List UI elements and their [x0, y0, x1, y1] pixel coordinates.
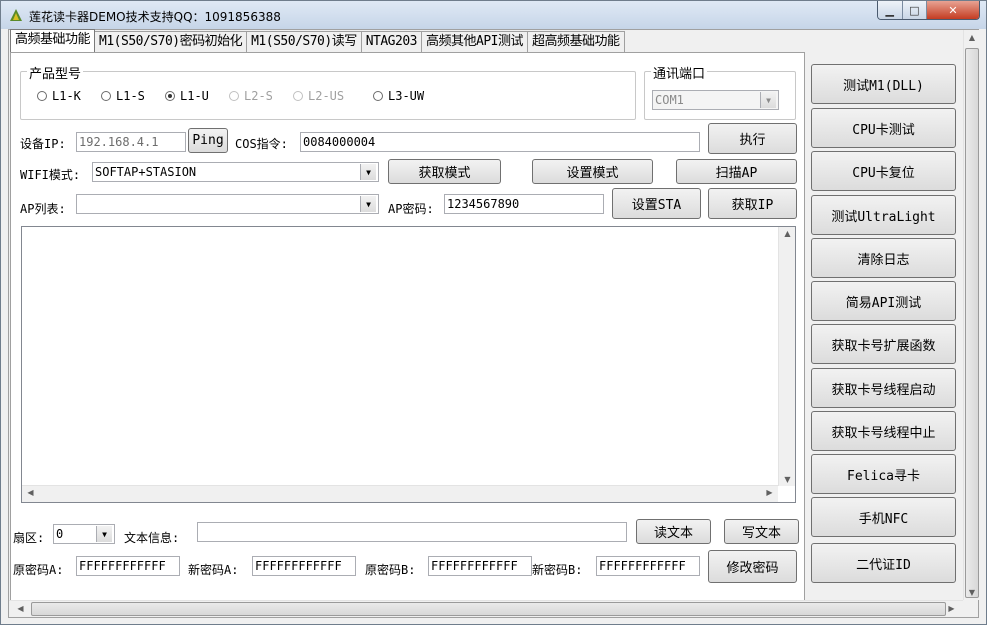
chevron-down-icon: ▼: [96, 526, 112, 542]
device-ip-label: 设备IP:: [20, 137, 66, 151]
vertical-scroll-thumb[interactable]: [965, 48, 979, 598]
horizontal-scroll-thumb[interactable]: [31, 602, 946, 616]
execute-button[interactable]: 执行: [708, 123, 797, 154]
scroll-down-icon[interactable]: ▼: [779, 475, 796, 484]
ap-password-field[interactable]: 1234567890: [444, 194, 604, 214]
port-select[interactable]: COM1 ▼: [652, 90, 779, 110]
old-key-b-label: 原密码B:: [365, 563, 416, 577]
radio-circle: [229, 91, 239, 101]
modify-password-button[interactable]: 修改密码: [708, 550, 797, 583]
log-textarea[interactable]: ▲ ▼ ◀ ▶: [21, 226, 796, 503]
wifi-mode-label: WIFI模式:: [20, 168, 81, 182]
window-title: 莲花读卡器DEMO技术支持QQ：1091856388: [29, 10, 281, 24]
card-id-thread-stop-button[interactable]: 获取卡号线程中止: [811, 411, 956, 451]
get-ip-button[interactable]: 获取IP: [708, 188, 797, 219]
tab-hf-basic[interactable]: 高频基础功能: [10, 29, 96, 52]
log-vertical-scrollbar[interactable]: ▲ ▼: [778, 227, 795, 486]
radio-l2-s: L2-S: [229, 89, 273, 103]
card-id-thread-start-button[interactable]: 获取卡号线程启动: [811, 368, 956, 408]
write-text-button[interactable]: 写文本: [724, 519, 799, 544]
tab-ntag203[interactable]: NTAG203: [360, 31, 422, 52]
simple-api-test-button[interactable]: 简易API测试: [811, 281, 956, 321]
set-mode-button[interactable]: 设置模式: [532, 159, 653, 184]
wifi-mode-select[interactable]: SOFTAP+STASION ▼: [92, 162, 379, 182]
get-card-id-ext-button[interactable]: 获取卡号扩展函数: [811, 324, 956, 364]
ap-list-select[interactable]: ▼: [76, 194, 379, 214]
set-sta-button[interactable]: 设置STA: [612, 188, 701, 219]
scroll-up-icon[interactable]: ▲: [779, 229, 796, 238]
scroll-right-icon[interactable]: ▶: [761, 488, 778, 497]
cos-label: COS指令:: [235, 137, 288, 151]
sector-select[interactable]: 0 ▼: [53, 524, 115, 544]
tab-hf-other[interactable]: 高频其他API测试: [421, 31, 528, 52]
scroll-down-icon[interactable]: ▼: [964, 588, 980, 597]
tab-m1-init[interactable]: M1(S50/S70)密码初始化: [94, 31, 248, 52]
tab-strip: 高频基础功能 M1(S50/S70)密码初始化 M1(S50/S70)读写 NT…: [10, 29, 625, 53]
log-horizontal-scrollbar[interactable]: ◀ ▶: [22, 485, 778, 502]
tab-m1-rw[interactable]: M1(S50/S70)读写: [246, 31, 362, 52]
sector-label: 扇区:: [13, 531, 45, 545]
close-icon: ✕: [948, 3, 958, 17]
ap-list-label: AP列表:: [20, 202, 66, 216]
phone-nfc-button[interactable]: 手机NFC: [811, 497, 956, 537]
new-key-a-label: 新密码A:: [188, 563, 239, 577]
window-controls: ▁ □ ✕: [877, 1, 980, 20]
new-key-b-label: 新密码B:: [532, 563, 583, 577]
new-key-b-field[interactable]: FFFFFFFFFFFF: [596, 556, 700, 576]
old-key-b-field[interactable]: FFFFFFFFFFFF: [428, 556, 532, 576]
ping-button[interactable]: Ping: [188, 128, 228, 153]
radio-circle: [373, 91, 383, 101]
cos-command-field[interactable]: 0084000004: [300, 132, 700, 152]
maximize-icon: □: [909, 3, 920, 17]
new-key-a-field[interactable]: FFFFFFFFFFFF: [252, 556, 356, 576]
old-key-a-field[interactable]: FFFFFFFFFFFF: [76, 556, 180, 576]
felica-search-button[interactable]: Felica寻卡: [811, 454, 956, 494]
tab-uhf-basic[interactable]: 超高频基础功能: [526, 31, 625, 52]
radio-l3-uw[interactable]: L3-UW: [373, 89, 424, 103]
radio-circle: [293, 91, 303, 101]
cpu-card-reset-button[interactable]: CPU卡复位: [811, 151, 956, 191]
radio-l1-k[interactable]: L1-K: [37, 89, 81, 103]
test-ultralight-button[interactable]: 测试UltraLight: [811, 195, 956, 235]
radio-circle: [101, 91, 111, 101]
text-info-label: 文本信息:: [124, 531, 180, 545]
scroll-right-icon[interactable]: ▶: [943, 604, 960, 613]
product-group-label: 产品型号: [27, 63, 84, 82]
clear-log-button[interactable]: 清除日志: [811, 238, 956, 278]
test-m1-dll-button[interactable]: 测试M1(DLL): [811, 64, 956, 104]
id-card-button[interactable]: 二代证ID: [811, 543, 956, 583]
scroll-up-icon[interactable]: ▲: [964, 33, 980, 42]
scan-ap-button[interactable]: 扫描AP: [676, 159, 797, 184]
title-bar: 莲花读卡器DEMO技术支持QQ：1091856388: [1, 1, 986, 29]
close-button[interactable]: ✕: [927, 1, 979, 19]
radio-l2-us: L2-US: [293, 89, 344, 103]
app-icon: [8, 7, 24, 23]
get-mode-button[interactable]: 获取模式: [388, 159, 501, 184]
ap-password-label: AP密码:: [388, 202, 434, 216]
radio-circle: [37, 91, 47, 101]
radio-l1-s[interactable]: L1-S: [101, 89, 145, 103]
device-ip-field[interactable]: 192.168.4.1: [76, 132, 186, 152]
cpu-card-test-button[interactable]: CPU卡测试: [811, 108, 956, 148]
window-vertical-scrollbar[interactable]: ▲ ▼: [963, 30, 979, 600]
chevron-down-icon: ▼: [360, 196, 376, 212]
chevron-down-icon: ▼: [760, 92, 776, 108]
old-key-a-label: 原密码A:: [13, 563, 64, 577]
read-text-button[interactable]: 读文本: [636, 519, 711, 544]
port-group-label: 通讯端口: [651, 63, 708, 82]
minimize-icon: ▁: [885, 3, 894, 17]
radio-l1-u[interactable]: L1-U: [165, 89, 209, 103]
text-info-field[interactable]: [197, 522, 627, 542]
scroll-left-icon[interactable]: ◀: [22, 488, 39, 497]
minimize-button[interactable]: ▁: [878, 1, 903, 19]
maximize-button[interactable]: □: [902, 1, 928, 19]
window-horizontal-scrollbar[interactable]: ◀ ▶: [9, 600, 963, 617]
chevron-down-icon: ▼: [360, 164, 376, 180]
scroll-left-icon[interactable]: ◀: [12, 604, 29, 613]
radio-circle-checked: [165, 91, 175, 101]
